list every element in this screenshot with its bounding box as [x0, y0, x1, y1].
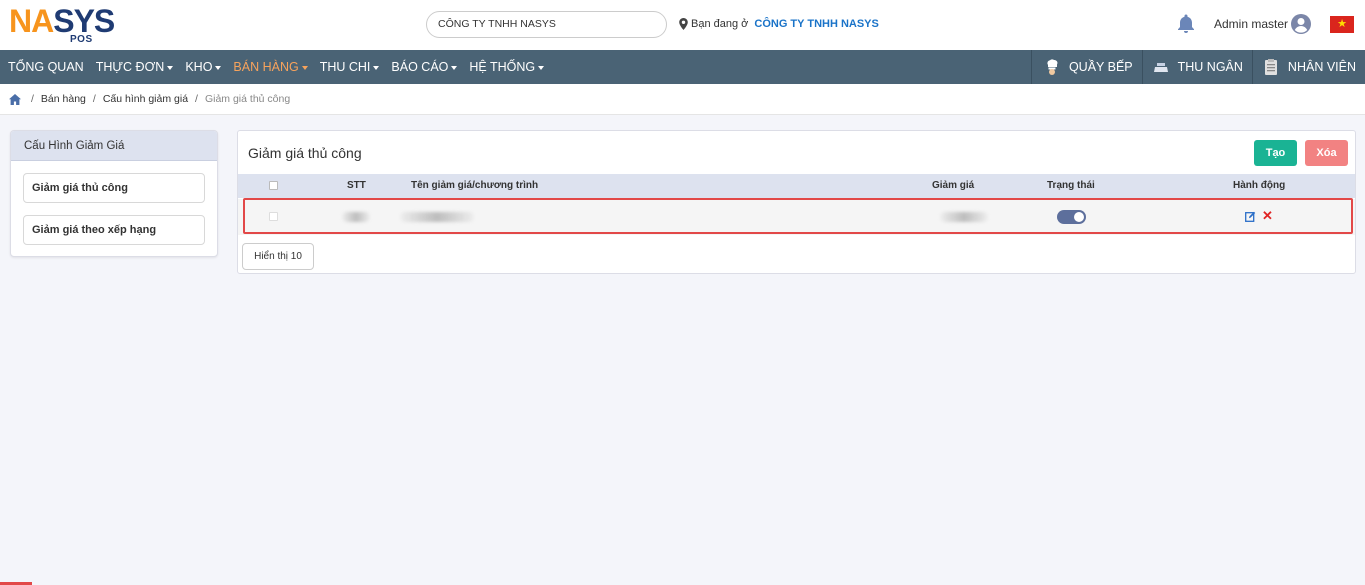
current-location: Bạn đang ở CÔNG TY TNHH NASYS: [679, 18, 879, 30]
cash-register-icon: [1153, 63, 1168, 72]
breadcrumb-separator: /: [195, 93, 198, 105]
chef-icon: [1047, 59, 1058, 75]
table-header: STT Tên giảm giá/chương trình Giảm giá T…: [238, 174, 1355, 198]
nav-he-thong[interactable]: HỆ THỐNG: [463, 50, 550, 84]
nav-kho[interactable]: KHO: [179, 50, 227, 84]
company-select[interactable]: CÔNG TY TNHH NASYS: [426, 11, 667, 38]
create-button[interactable]: Tạo: [1254, 140, 1297, 166]
nasys-logo[interactable]: NASYS POS: [9, 3, 124, 45]
column-discount[interactable]: Giảm giá: [932, 174, 974, 198]
column-stt[interactable]: STT: [347, 174, 366, 198]
toggle-knob: [1074, 212, 1084, 222]
panel-title: Giảm giá thủ công: [248, 145, 362, 161]
staff-button[interactable]: NHÂN VIÊN: [1251, 50, 1365, 84]
user-name[interactable]: Admin master: [1214, 17, 1288, 31]
caret-down-icon: [167, 65, 174, 70]
caret-down-icon: [215, 65, 222, 70]
nav-tong-quan[interactable]: TỔNG QUAN: [0, 50, 90, 84]
column-status[interactable]: Trạng thái: [1047, 174, 1095, 198]
breadcrumb-ban-hang[interactable]: Bán hàng: [41, 93, 86, 105]
breadcrumb-current: Giảm giá thủ công: [204, 93, 291, 105]
clipboard-icon: [1264, 59, 1277, 75]
blurred-name: [400, 212, 474, 222]
kitchen-button[interactable]: QUẦY BẾP: [1030, 50, 1142, 84]
column-name[interactable]: Tên giảm giá/chương trình: [411, 174, 538, 198]
logo-wordmark: NASYS: [9, 3, 115, 39]
breadcrumb: / Bán hàng / Cấu hình giảm giá / Giảm gi…: [0, 84, 1365, 115]
manual-discount-panel: Giảm giá thủ công Tạo Xóa STT Tên giảm g…: [237, 130, 1356, 274]
user-avatar-icon[interactable]: [1291, 14, 1311, 34]
row-checkbox[interactable]: [269, 212, 278, 221]
nav-ban-hang[interactable]: BÁN HÀNG: [227, 50, 313, 84]
caret-down-icon: [301, 65, 308, 70]
blurred-discount: [940, 212, 988, 222]
delete-row-icon[interactable]: ✕: [1262, 209, 1274, 223]
nav-thuc-don[interactable]: THỰC ĐƠN: [90, 50, 180, 84]
breadcrumb-separator: /: [31, 93, 34, 105]
column-actions: Hành động: [1233, 180, 1286, 191]
breadcrumb-separator: /: [92, 93, 96, 105]
top-header: NASYS POS CÔNG TY TNHH NASYS Bạn đang ở …: [0, 0, 1365, 50]
nav-right-group: QUẦY BẾP THU NGÂN NHÂN VIÊN: [1030, 50, 1365, 84]
status-toggle[interactable]: [1057, 210, 1086, 224]
nav-bao-cao[interactable]: BÁO CÁO: [385, 50, 463, 84]
sidebar-item-rank-discount[interactable]: Giảm giá theo xếp hạng: [23, 215, 205, 245]
main-nav: TỔNG QUAN THỰC ĐƠN KHO BÁN HÀNG THU CHI …: [0, 50, 1365, 84]
edit-icon[interactable]: [1245, 211, 1256, 222]
map-pin-icon: [679, 18, 688, 30]
nav-thu-chi[interactable]: THU CHI: [314, 50, 386, 84]
blurred-stt: [342, 212, 370, 222]
caret-down-icon: [373, 65, 380, 70]
discount-config-sidebar: Cấu Hình Giảm Giá Giảm giá thủ công Giảm…: [10, 130, 218, 257]
page-size-button[interactable]: Hiển thị 10: [242, 243, 314, 270]
sidebar-title: Cấu Hình Giảm Giá: [11, 131, 217, 161]
caret-down-icon: [538, 65, 545, 70]
table-row[interactable]: ✕: [238, 199, 1355, 235]
sidebar-item-manual-discount[interactable]: Giảm giá thủ công: [23, 173, 205, 203]
location-prefix: Bạn đang ở: [691, 18, 749, 30]
bell-icon[interactable]: [1177, 14, 1195, 34]
vietnam-flag-icon[interactable]: ★: [1330, 16, 1354, 33]
delete-button[interactable]: Xóa: [1305, 140, 1348, 166]
caret-down-icon: [451, 65, 458, 70]
cashier-button[interactable]: THU NGÂN: [1141, 50, 1252, 84]
location-company: CÔNG TY TNHH NASYS: [754, 18, 879, 30]
select-all-checkbox[interactable]: [269, 181, 278, 190]
breadcrumb-cau-hinh-giam-gia[interactable]: Cấu hình giảm giá: [103, 93, 188, 105]
home-icon[interactable]: [9, 93, 21, 105]
logo-pos-label: POS: [70, 34, 93, 45]
